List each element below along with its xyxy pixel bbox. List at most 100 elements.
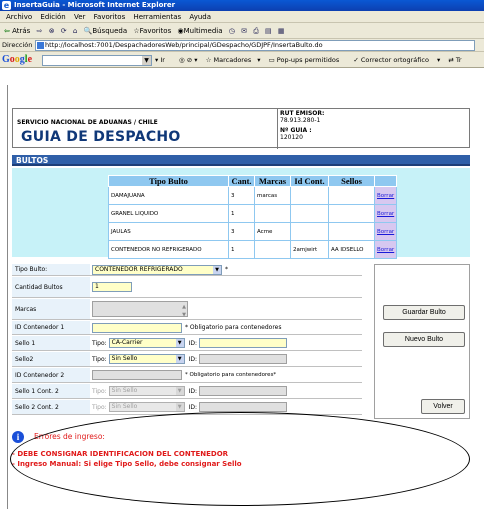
tipo-label: Tipo: bbox=[92, 403, 107, 411]
cell-marcas bbox=[254, 240, 291, 259]
cell-tipo: GRANEL LIQUIDO bbox=[108, 204, 229, 223]
cell-sellos bbox=[328, 186, 375, 205]
google-go-button[interactable]: ▾ Ir bbox=[155, 56, 171, 64]
menu-archivo[interactable]: Archivo bbox=[6, 13, 32, 21]
id-cont1-label: ID Contenedor 1 bbox=[12, 321, 90, 334]
row-sello2: Sello2 Tipo: Sin Sello ▼ ID: bbox=[12, 352, 362, 367]
cell-idcont bbox=[290, 222, 329, 241]
chevron-down-icon[interactable]: ▼ bbox=[213, 265, 221, 274]
forward-button[interactable]: ⇨ bbox=[37, 23, 43, 39]
google-extra-icons[interactable]: ◎ ⊘ ▾ bbox=[179, 56, 198, 64]
page-icon bbox=[37, 42, 44, 49]
borrar-link[interactable]: Borrar bbox=[373, 186, 398, 205]
bultos-panel: Tipo Bulto Cant. Marcas Id Cont. Sellos … bbox=[12, 168, 470, 259]
chevron-down-icon[interactable]: ▼ bbox=[175, 339, 184, 347]
search-icon: 🔍 bbox=[83, 27, 93, 35]
col-id-cont: Id Cont. bbox=[290, 175, 329, 187]
id-label: ID: bbox=[188, 355, 198, 363]
table-row: JAULAS 3 Acme Borrar bbox=[108, 222, 398, 241]
row-sello2-cont2: Sello 2 Cont. 2 Tipo: Sin Sello ▼ ID: bbox=[12, 400, 362, 415]
chevron-down-icon[interactable]: ▼ bbox=[175, 355, 184, 363]
address-label: Dirección bbox=[2, 41, 33, 49]
chevron-down-icon[interactable]: ▼ bbox=[175, 387, 184, 395]
cell-tipo: DAMAJUANA bbox=[108, 186, 229, 205]
sello1-id-input[interactable] bbox=[199, 338, 288, 348]
guardar-bulto-button[interactable]: Guardar Bulto bbox=[383, 305, 465, 320]
borrar-link[interactable]: Borrar bbox=[373, 240, 398, 259]
menu-ayuda[interactable]: Ayuda bbox=[189, 13, 211, 21]
cell-idcont: 2amjwirt bbox=[290, 240, 329, 259]
history-icon[interactable]: ◷ bbox=[229, 23, 235, 39]
sello2-tipo-select[interactable]: Sin Sello ▼ bbox=[108, 354, 185, 364]
tipo-bulto-select[interactable]: CONTENEDOR REFRIGERADO ▼ bbox=[92, 264, 222, 275]
mail-icon[interactable]: ✉ bbox=[241, 23, 247, 39]
guia-header: SERVICIO NACIONAL DE ADUANAS / CHILE GUI… bbox=[12, 108, 470, 149]
cell-cant: 3 bbox=[228, 222, 255, 241]
row-sello1: Sello 1 Tipo: CA-Carrier ▼ ID: bbox=[12, 336, 362, 351]
id-label: ID: bbox=[188, 387, 198, 395]
address-input[interactable]: http://localhost:7001/DespachadoresWeb/p… bbox=[35, 40, 475, 51]
table-row: GRANEL LIQUIDO 1 Borrar bbox=[108, 204, 398, 223]
organization-name: SERVICIO NACIONAL DE ADUANAS / CHILE bbox=[17, 119, 158, 126]
menu-edicion[interactable]: Edición bbox=[40, 13, 65, 21]
translate-button[interactable]: ⇄ Tr bbox=[448, 56, 467, 64]
section-bultos: BULTOS bbox=[12, 155, 470, 166]
multimedia-button[interactable]: ◉Multimedia bbox=[177, 23, 222, 39]
row-id-cont1: ID Contenedor 1 * Obligatorio para conte… bbox=[12, 321, 362, 335]
table-header-row: Tipo Bulto Cant. Marcas Id Cont. Sellos bbox=[108, 175, 398, 187]
home-icon[interactable]: ⌂ bbox=[73, 23, 77, 39]
cell-sellos: AA IDSELLO bbox=[328, 240, 375, 259]
button-panel: Guardar Bulto Nuevo Bulto Volver bbox=[374, 264, 470, 419]
cell-marcas: marcas bbox=[254, 186, 291, 205]
nuevo-bulto-button[interactable]: Nuevo Bulto bbox=[383, 332, 465, 347]
volver-button[interactable]: Volver bbox=[421, 399, 465, 414]
cell-sellos bbox=[328, 204, 375, 223]
popups-button[interactable]: ▭ Pop-ups permitidos bbox=[269, 56, 346, 64]
refresh-icon[interactable]: ⟳ bbox=[61, 23, 67, 39]
sello1-tipo-select[interactable]: CA-Carrier ▼ bbox=[108, 338, 185, 348]
search-button[interactable]: 🔍Búsqueda bbox=[84, 23, 128, 39]
borrar-link[interactable]: Borrar bbox=[373, 222, 398, 241]
google-toolbar: Google ▼ ▾ Ir ◎ ⊘ ▾ ☆ Marcadores ▾ ▭ Pop-… bbox=[0, 52, 484, 68]
back-arrow-icon: ⇦ bbox=[4, 27, 10, 35]
cantidad-input[interactable]: 1 bbox=[92, 282, 132, 292]
id-cont2-label: ID Contenedor 2 bbox=[12, 368, 90, 382]
menu-herramientas[interactable]: Herramientas bbox=[133, 13, 181, 21]
back-button[interactable]: ⇦ Atrás bbox=[4, 23, 30, 39]
browser-toolbar: ⇦ Atrás ⇨ ⊗ ⟳ ⌂ 🔍Búsqueda ☆Favoritos ◉Mu… bbox=[0, 23, 484, 39]
required-mark: * bbox=[225, 266, 228, 273]
sello2-id-input[interactable] bbox=[199, 354, 288, 364]
marcas-textarea[interactable]: ▲ ▼ bbox=[92, 301, 188, 319]
stop-icon[interactable]: ⊗ bbox=[49, 23, 55, 39]
guia-value: 120120 bbox=[280, 134, 303, 141]
error-item: - DEBE CONSIGNAR IDENTIFICACION DEL CONT… bbox=[12, 450, 229, 458]
sello2-cont2-tipo-select[interactable]: Sin Sello ▼ bbox=[108, 402, 185, 412]
spellcheck-button[interactable]: ✓ Corrector ortográfico ▾ bbox=[353, 56, 440, 64]
chevron-down-icon[interactable]: ▼ bbox=[175, 403, 184, 411]
error-item: - Ingreso Manual: Si elige Tipo Sello, d… bbox=[12, 460, 242, 468]
tipo-label: Tipo: bbox=[92, 387, 107, 395]
cell-cant: 1 bbox=[228, 240, 255, 259]
sello1-cont2-id-input[interactable] bbox=[199, 386, 288, 396]
menu-ver[interactable]: Ver bbox=[74, 13, 85, 21]
sello1-label: Sello 1 bbox=[12, 336, 90, 350]
sello1-cont2-tipo-select[interactable]: Sin Sello ▼ bbox=[108, 386, 185, 396]
google-search-input[interactable]: ▼ bbox=[42, 55, 152, 66]
edit-icon[interactable]: ▤ bbox=[265, 23, 272, 39]
bookmarks-button[interactable]: ☆ Marcadores ▾ bbox=[206, 56, 261, 64]
id-cont1-input[interactable] bbox=[92, 322, 182, 333]
sello2-cont2-id-input[interactable] bbox=[199, 402, 288, 412]
id-cont2-input[interactable] bbox=[92, 370, 182, 380]
favorites-button[interactable]: ☆Favoritos bbox=[133, 23, 171, 39]
row-marcas: Marcas ▲ ▼ bbox=[12, 299, 362, 320]
menu-favoritos[interactable]: Favoritos bbox=[94, 13, 126, 21]
discuss-icon[interactable]: ▦ bbox=[278, 23, 285, 39]
sello1-cont2-label: Sello 1 Cont. 2 bbox=[12, 384, 90, 398]
row-sello1-cont2: Sello 1 Cont. 2 Tipo: Sin Sello ▼ ID: bbox=[12, 384, 362, 399]
chevron-down-icon[interactable]: ▼ bbox=[142, 56, 151, 65]
guia-label: Nº GUIA : bbox=[280, 127, 312, 134]
print-icon[interactable]: ⎙ bbox=[253, 23, 259, 39]
rut-value: 78.913.280-1 bbox=[280, 117, 321, 124]
scroll-arrows-icon[interactable]: ▲ ▼ bbox=[182, 303, 186, 319]
borrar-link[interactable]: Borrar bbox=[373, 204, 398, 223]
